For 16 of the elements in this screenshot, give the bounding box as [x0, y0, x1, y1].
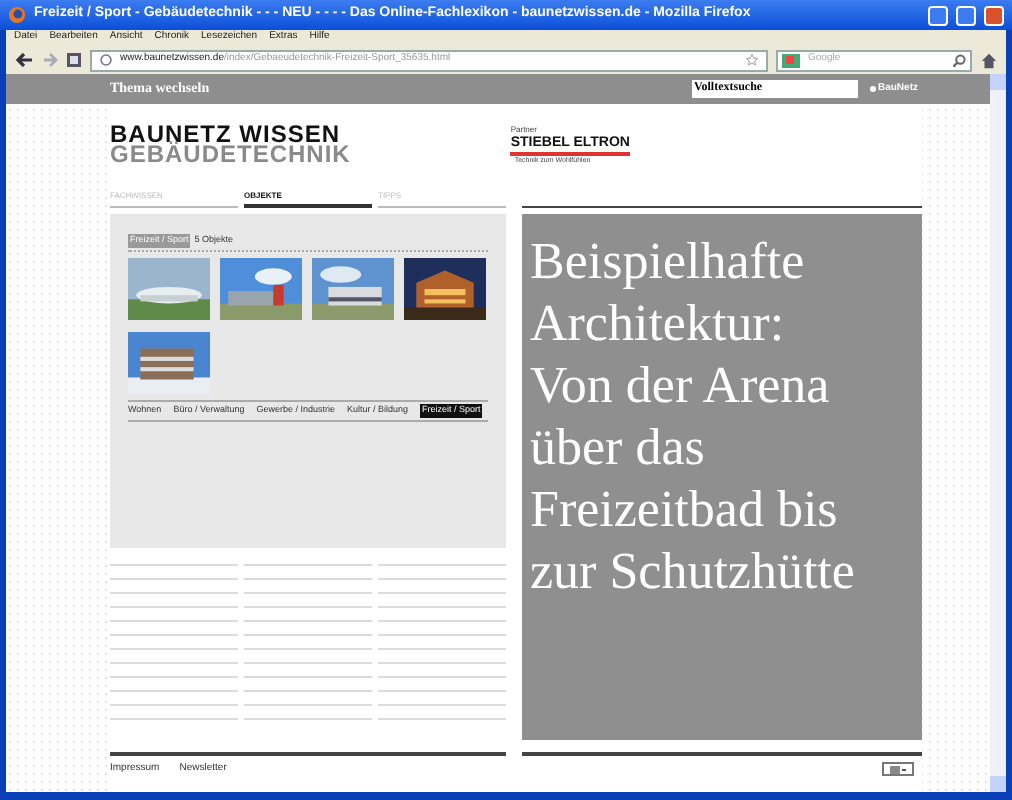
- close-button[interactable]: [984, 5, 1004, 25]
- globe-icon: [100, 54, 112, 66]
- star-icon[interactable]: [746, 54, 758, 66]
- search-engine-icon: [782, 53, 800, 67]
- search-icon[interactable]: [952, 53, 966, 67]
- feature-headline: Beispielhafte Architektur: Von der Arena über das Freizeitbad bis zur Schutzhütte: [530, 230, 857, 602]
- home-icon[interactable]: [980, 51, 998, 69]
- printer-icon: [890, 765, 906, 773]
- maximize-button[interactable]: [956, 5, 976, 25]
- minimize-button[interactable]: [928, 5, 948, 25]
- logo-title: BAUNETZ WISSEN: [110, 124, 340, 144]
- scrollbar[interactable]: [990, 74, 1006, 792]
- back-icon[interactable]: [14, 50, 34, 70]
- logo-subtitle: GEBÄUDETECHNIK: [110, 144, 351, 164]
- browser-icon: [8, 6, 26, 24]
- print-button[interactable]: [882, 762, 914, 776]
